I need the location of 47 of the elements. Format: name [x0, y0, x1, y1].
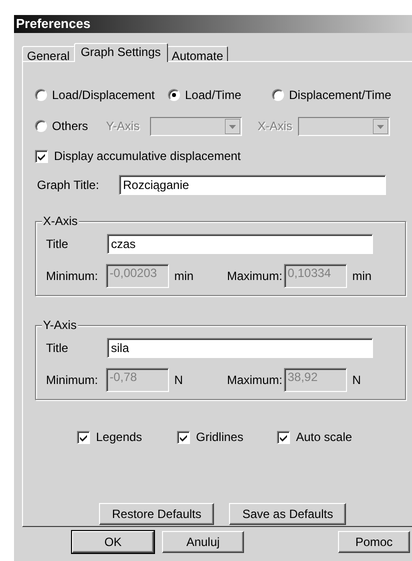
button[interactable]: OK — [72, 531, 154, 553]
unit-label: min — [352, 269, 373, 283]
radio-label: Load/Time — [185, 88, 242, 102]
radio-button[interactable] — [168, 89, 180, 101]
text-field[interactable]: sila — [107, 338, 373, 358]
field-label: Title — [46, 237, 70, 251]
dropdown-arrow-icon[interactable] — [373, 118, 388, 134]
radio-button[interactable] — [35, 120, 47, 132]
radio-button[interactable] — [35, 89, 47, 101]
group-title: Y-Axis — [42, 318, 78, 332]
dropdown[interactable] — [150, 116, 242, 136]
tab[interactable]: General — [22, 46, 75, 61]
unit-label: N — [174, 373, 184, 387]
unit-label: N — [352, 373, 362, 387]
button[interactable]: Pomoc — [338, 531, 410, 553]
checkbox-label: Gridlines — [196, 430, 244, 444]
text-field[interactable]: Rozciąganie — [119, 175, 386, 195]
checkbox[interactable] — [35, 150, 48, 162]
dropdown-arrow-icon[interactable] — [224, 118, 240, 134]
checkbox-label: Legends — [96, 430, 142, 444]
group-title: X-Axis — [42, 214, 79, 228]
field-label: Maximum: — [226, 269, 284, 283]
field-label: Minimum: — [46, 269, 100, 283]
axis-label: Y-Axis — [106, 119, 140, 133]
button[interactable]: Restore Defaults — [99, 503, 214, 525]
window-title: Preferences — [14, 15, 412, 33]
field-label: Minimum: — [46, 373, 100, 387]
tab[interactable]: Automate — [166, 46, 228, 61]
button[interactable]: Save as Defaults — [229, 503, 346, 525]
button[interactable]: Anuluj — [162, 531, 244, 553]
field-label: Title — [46, 341, 70, 355]
radio-label: Displacement/Time — [289, 88, 392, 102]
checkbox[interactable] — [277, 430, 290, 444]
field-label: Maximum: — [226, 373, 284, 387]
dropdown[interactable] — [298, 116, 390, 136]
field-label: Graph Title: — [36, 178, 100, 192]
text-field[interactable]: czas — [107, 234, 373, 254]
checkbox-label: Display accumulative displacement — [54, 149, 241, 163]
checkbox-label: Auto scale — [296, 430, 352, 444]
radio-label: Load/Displacement — [52, 88, 155, 102]
tab[interactable]: Graph Settings — [74, 43, 168, 62]
axis-label: X-Axis — [258, 119, 292, 133]
radio-button[interactable] — [272, 89, 284, 101]
checkbox[interactable] — [177, 430, 190, 444]
checkbox[interactable] — [77, 430, 90, 444]
unit-label: min — [174, 269, 195, 283]
radio-label: Others — [52, 119, 88, 133]
